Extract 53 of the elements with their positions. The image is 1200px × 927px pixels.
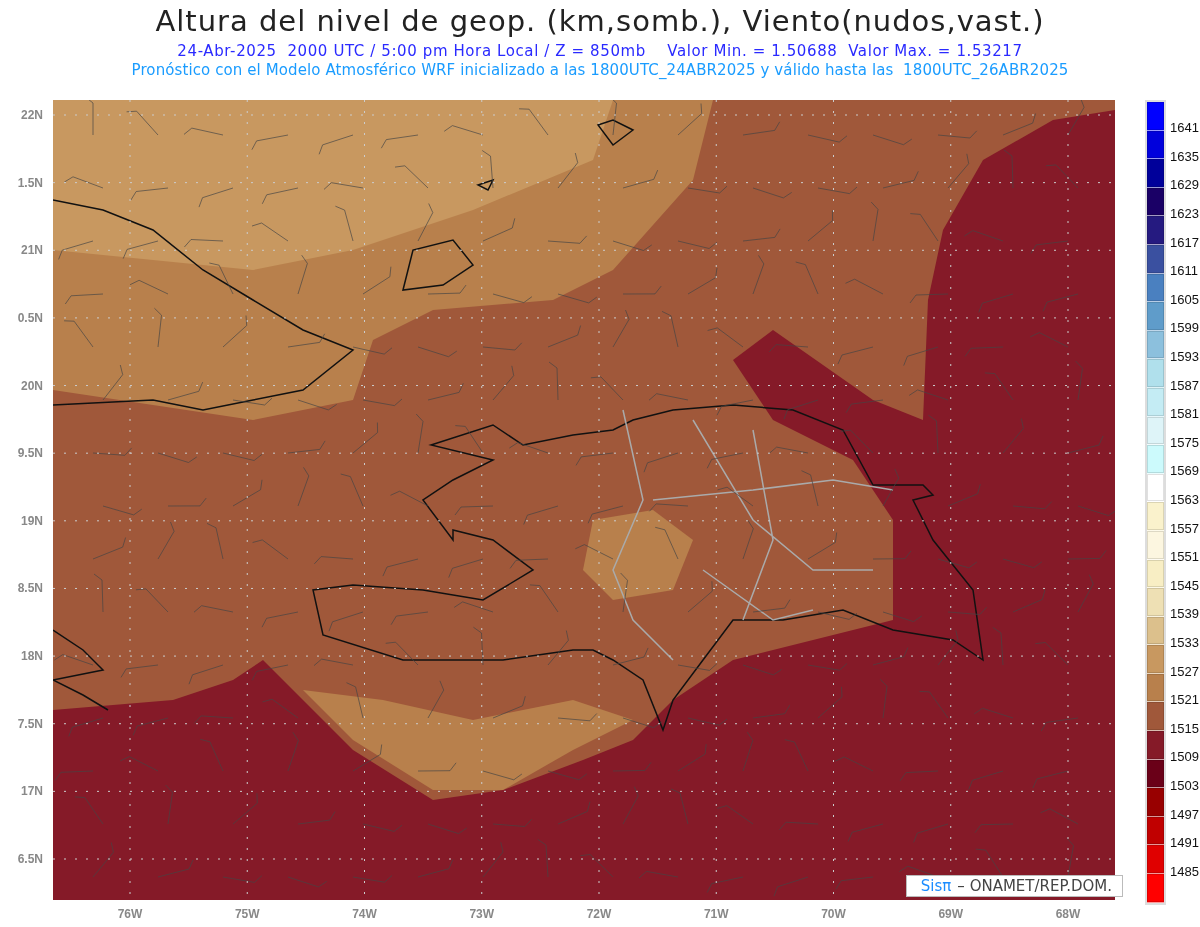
latitude-label: 22N — [20, 107, 44, 124]
longitude-label: 76W — [116, 906, 144, 921]
latitude-label: 9.5N — [16, 445, 44, 463]
colorbar-label: 1581 — [1170, 405, 1199, 424]
latitude-label: 18N — [20, 648, 44, 665]
latitude-label: 8.5N — [16, 580, 44, 598]
colorbar-label: 1605 — [1170, 290, 1199, 309]
colorbar-label: 1491 — [1170, 834, 1199, 853]
colorbar-label: 1593 — [1170, 348, 1199, 367]
colorbar-label: 1533 — [1170, 634, 1199, 652]
colorbar-label: 1611 — [1170, 262, 1199, 281]
model-info-line: Pronóstico con el Modelo Atmosférico WRF inicializado a las 1800UTC_24ABR2025 y válido hasta las 1800UTC_26ABR2025 — [131, 61, 1069, 79]
longitude-label: 68W — [1054, 906, 1082, 921]
latitude-label: 19N — [20, 512, 44, 530]
colorbar-label: 1641 — [1170, 119, 1199, 138]
colorbar-label: 1575 — [1170, 433, 1199, 452]
longitude-label: 75W — [233, 906, 261, 921]
longitude-label: 73W — [468, 906, 496, 921]
colorbar-label: 1569 — [1170, 462, 1199, 481]
colorbar-label: 1599 — [1170, 319, 1199, 338]
credit-text: – ONAMET/REP.DOM. — [957, 877, 1112, 895]
latitude-label: 1.5N — [16, 174, 44, 192]
latitude-label: 21N — [20, 242, 44, 260]
logo-text: Sisπ — [920, 877, 952, 895]
colorbar-label: 1503 — [1170, 776, 1199, 795]
longitude-label: 71W — [702, 906, 730, 921]
colorbar-label: 1539 — [1170, 605, 1199, 624]
longitude-label: 69W — [937, 906, 965, 921]
colorbar-label: 1521 — [1170, 691, 1199, 710]
colorbar-label: 1485 — [1170, 862, 1199, 881]
latitude-label: 7.5N — [16, 715, 44, 733]
longitude-label: 70W — [820, 906, 847, 921]
colorbar-label: 1623 — [1170, 205, 1199, 224]
colorbar-label: 1635 — [1170, 147, 1199, 166]
colorbar-label: 1629 — [1170, 176, 1199, 195]
forecast-time-line: 24-Abr-2025 2000 UTC / 5:00 pm Hora Local / Z = 850mb Valor Min. = 1.50688 Valor Max. = 1.53217 — [177, 42, 1023, 60]
longitude-label: 74W — [351, 906, 378, 921]
colorbar-label: 1587 — [1170, 376, 1199, 395]
colorbar-label: 1545 — [1170, 576, 1199, 595]
latitude-label: 20N — [20, 377, 44, 395]
colorbar-label: 1509 — [1170, 748, 1199, 767]
chart-title: Altura del nivel de geop. (km,somb.), Viento(nudos,vast.) — [155, 4, 1045, 38]
longitude-label: 72W — [585, 906, 613, 921]
colorbar-label: 1551 — [1170, 548, 1199, 567]
latitude-label: 6.5N — [16, 850, 44, 868]
latitude-label: 0.5N — [16, 309, 44, 327]
latitude-label: 17N — [20, 783, 44, 801]
colorbar-label: 1563 — [1170, 491, 1199, 509]
colorbar-label: 1515 — [1170, 719, 1199, 738]
colorbar-label: 1527 — [1170, 662, 1199, 681]
colorbar-label: 1557 — [1170, 519, 1199, 538]
colorbar-label: 1497 — [1170, 805, 1199, 824]
colorbar-label: 1617 — [1170, 233, 1199, 252]
